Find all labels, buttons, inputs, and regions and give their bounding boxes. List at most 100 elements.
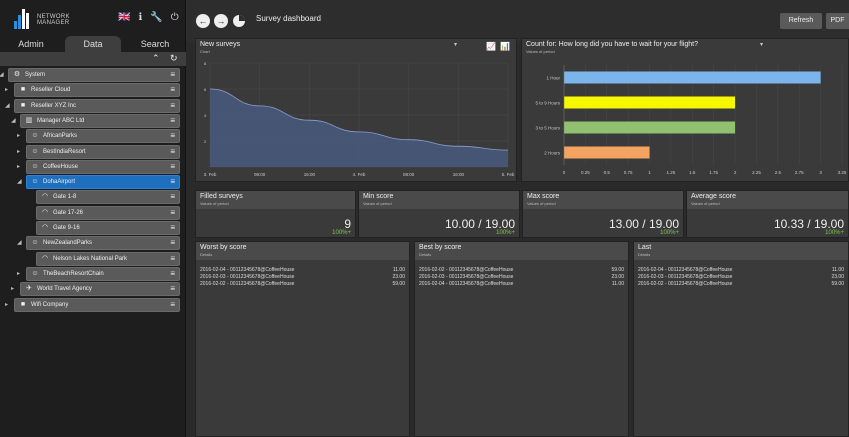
tree-item-system[interactable]: ◢ ⚙ System ≡ <box>0 68 180 82</box>
dropdown-icon[interactable]: ▾ <box>454 41 457 48</box>
expand-icon[interactable]: ◢ <box>0 69 4 81</box>
y-tick-label: 8 <box>204 61 207 66</box>
wifi-icon: ◠ <box>41 193 49 201</box>
x-tick-label: 08:00 <box>403 172 415 177</box>
menu-icon[interactable]: ≡ <box>170 130 175 142</box>
panel-title: Max score <box>527 193 560 200</box>
tab-data[interactable]: Data <box>65 36 121 52</box>
expand-icon[interactable]: ◢ <box>5 100 10 112</box>
tree-item-manager-abc-ltd[interactable]: ◢ ▥ Manager ABC Ltd ≡ <box>11 113 180 128</box>
menu-icon[interactable]: ≡ <box>170 100 175 112</box>
pie-chart-icon[interactable] <box>232 14 246 28</box>
refresh-button[interactable]: Refresh <box>780 13 822 29</box>
tree-item-reseller-cloud[interactable]: ▸ ■ Reseller Cloud ≡ <box>5 83 180 98</box>
menu-icon[interactable]: ≡ <box>170 161 175 173</box>
pdf-button[interactable]: PDF <box>826 13 849 29</box>
menu-icon[interactable]: ≡ <box>170 222 175 234</box>
menu-icon[interactable]: ≡ <box>170 253 175 265</box>
menu-icon[interactable]: ≡ <box>170 84 175 96</box>
flag-icon[interactable]: 🇬🇧 <box>118 12 130 23</box>
panel-subtitle: Values of period <box>200 201 229 206</box>
menu-icon[interactable]: ≡ <box>170 191 175 203</box>
x-tick-label: 0 <box>563 170 566 175</box>
panel-title: Best by score <box>419 244 462 251</box>
wait-time-chart: 0 0.25 0.5 0.75 1 1.25 1.5 1.75 2 2.25 2.5 2.75 3 3.2… <box>535 65 847 175</box>
kpi-percent: 100%+ <box>660 230 679 236</box>
x-tick-label: 3 <box>819 170 822 175</box>
menu-icon[interactable]: ≡ <box>170 237 175 249</box>
tab-admin[interactable]: Admin <box>3 36 59 52</box>
bar-chart-icon[interactable]: 📊 <box>500 42 510 51</box>
panel-subtitle: Values of period <box>526 49 555 54</box>
menu-icon[interactable]: ≡ <box>170 176 175 188</box>
forward-icon[interactable]: → <box>214 14 228 28</box>
menu-icon[interactable]: ≡ <box>170 283 175 295</box>
expand-icon[interactable]: ▸ <box>17 146 20 158</box>
y-tick-label: 3 to 5 Hours <box>535 126 560 131</box>
tree-item-bestindiaresort[interactable]: ▸ ☺ BestIndiaResort ≡ <box>17 144 180 159</box>
tree-item-nelson-lakes-national-park[interactable]: ◠ Nelson Lakes National Park ≡ <box>36 251 180 266</box>
kpi-percent: 100%+ <box>825 230 844 236</box>
expand-icon[interactable]: ▸ <box>5 84 8 96</box>
max-score-panel: Max score Values of period 13.00 / 19.00 … <box>522 190 684 238</box>
tree-item-world-travel-agency[interactable]: ▸ ✈ World Travel Agency ≡ <box>11 282 180 297</box>
collapse-icon[interactable]: ⌃ <box>152 53 160 64</box>
y-tick-label: 5 to 9 Hours <box>535 101 560 106</box>
tree-item-dohaairport[interactable]: ◢ ☺ DohaAirport ≡ <box>17 175 180 190</box>
dropdown-icon[interactable]: ▾ <box>760 41 763 48</box>
bar <box>564 96 736 109</box>
worst-by-score-panel: Worst by score Details 2016-02-04 - 00112… <box>195 241 410 437</box>
menu-icon[interactable]: ≡ <box>170 69 175 81</box>
tree-item-gate-17-26[interactable]: ◠ Gate 17-26 ≡ <box>36 205 180 220</box>
wrench-icon[interactable]: 🔧 <box>150 12 162 23</box>
table-row: 2016-02-04 - 00112345678@CoffeeHouse 11.0… <box>200 267 405 273</box>
new-surveys-panel: New surveys Chart ▾ 📈 📊 2 4 6 8 3. Feb 08:00 1… <box>195 38 517 182</box>
tree-item-label: Manager ABC Ltd <box>37 117 85 124</box>
users-icon: ☺ <box>31 147 39 155</box>
menu-icon[interactable]: ≡ <box>170 115 175 127</box>
logo: NETWORK MANAGER <box>12 8 70 32</box>
panel-subtitle: Chart <box>200 49 210 54</box>
wifi-icon: ◠ <box>41 254 49 262</box>
tree-item-label: World Travel Agency <box>37 286 92 293</box>
tree-item-thebeachresortchain[interactable]: ▸ ☺ TheBeachResortChain ≡ <box>17 266 180 281</box>
table-row: 2016-02-02 - 00112345678@CoffeeHouse 59.0… <box>200 281 405 287</box>
tree-item-wifi-company[interactable]: ▸ ■ Wifi Company ≡ <box>5 297 180 312</box>
tree-item-label: Reseller Cloud <box>31 87 71 94</box>
line-chart-icon[interactable]: 📈 <box>486 42 496 51</box>
expand-icon[interactable]: ◢ <box>17 176 22 188</box>
menu-icon[interactable]: ≡ <box>170 268 175 280</box>
expand-icon[interactable]: ▸ <box>17 161 20 173</box>
expand-icon[interactable]: ▸ <box>17 130 20 142</box>
tree-item-africanparks[interactable]: ▸ ☺ AfricanParks ≡ <box>17 129 180 144</box>
x-tick-label: 3.25 <box>838 170 847 175</box>
expand-icon[interactable]: ▸ <box>5 299 8 311</box>
tree-item-label: System <box>25 72 46 78</box>
tree-item-coffeehouse[interactable]: ▸ ☺ CoffeeHouse ≡ <box>17 159 180 174</box>
expand-icon[interactable]: ▸ <box>17 268 20 280</box>
tree-item-label: Gate 9-16 <box>53 225 80 231</box>
table-row: 2016-02-04 - 00112345678@CoffeeHouse 11.0… <box>419 281 624 287</box>
x-tick-label: 3. Feb <box>204 172 217 177</box>
x-tick-label: 1.5 <box>689 170 696 175</box>
page-title: Survey dashboard <box>256 14 321 23</box>
sidebar: NETWORK MANAGER 🇬🇧 ℹ 🔧 ⏻ Admin Data Searc… <box>0 0 186 437</box>
menu-icon[interactable]: ≡ <box>170 299 175 311</box>
menu-icon[interactable]: ≡ <box>170 207 175 219</box>
expand-icon[interactable]: ◢ <box>11 115 16 127</box>
expand-icon[interactable]: ◢ <box>17 237 22 249</box>
expand-icon[interactable]: ▸ <box>11 283 14 295</box>
header: ← → Survey dashboard Refresh PDF <box>186 0 849 42</box>
tab-search[interactable]: Search <box>127 36 183 52</box>
tree-item-gate-1-8[interactable]: ◠ Gate 1-8 ≡ <box>36 190 180 205</box>
tree-item-gate-9-16[interactable]: ◠ Gate 9-16 ≡ <box>36 221 180 235</box>
tree-item-newzealandparks[interactable]: ◢ ☺ NewZealandParks ≡ <box>17 236 180 251</box>
info-icon[interactable]: ℹ <box>138 12 142 23</box>
tree-item-reseller-xyz-inc[interactable]: ◢ ■ Reseller XYZ Inc ≡ <box>5 98 180 113</box>
power-icon[interactable]: ⏻ <box>171 12 179 23</box>
bar <box>564 71 821 84</box>
menu-icon[interactable]: ≡ <box>170 146 175 158</box>
tree-item-label: AfricanParks <box>43 133 78 140</box>
back-icon[interactable]: ← <box>196 14 210 28</box>
refresh-icon[interactable]: ↻ <box>170 53 178 64</box>
